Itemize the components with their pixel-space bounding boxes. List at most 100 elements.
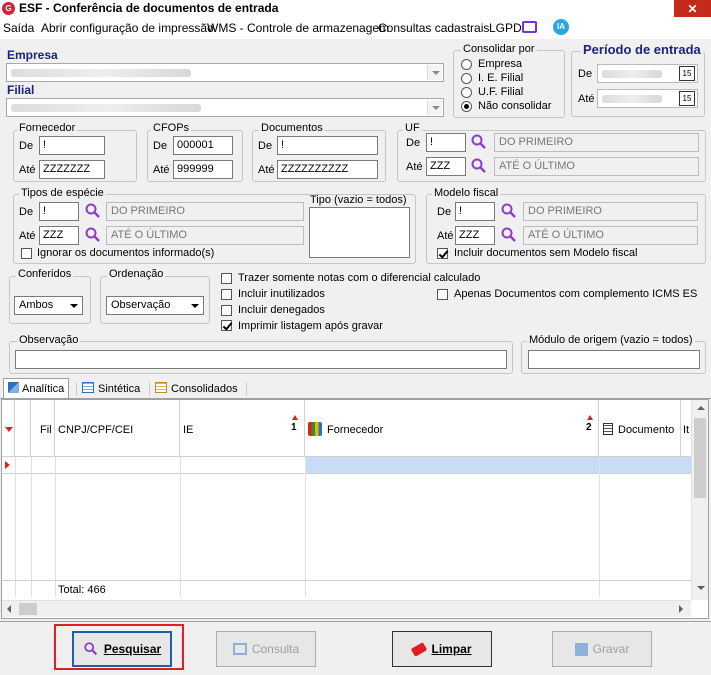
gravar-button[interactable]: Gravar [552,631,652,667]
uf-ate-label: Até [406,161,423,173]
scroll-thumb[interactable] [694,418,706,498]
modelo-de-input[interactable]: ! [455,202,495,221]
modelo-ate-input[interactable]: ZZZ [455,226,495,245]
cfops-de-input[interactable]: 000001 [173,136,233,155]
window-title: ESF - Conferência de documentos de entra… [19,1,279,15]
col-ie-label: IE [183,424,194,436]
tab-consolidados[interactable]: Consolidados [151,379,242,398]
tipos-ate-input[interactable]: ZZZ [39,226,79,245]
close-button[interactable]: ✕ [674,0,711,18]
col-ie-sort: 1 [291,422,297,433]
documentos-de-input[interactable]: ! [277,136,378,155]
hscroll-thumb[interactable] [19,603,37,615]
grid-col-it[interactable]: It [681,400,691,457]
radio-nao-consolidar[interactable] [461,101,472,112]
icms-checkbox[interactable] [437,289,448,300]
grid-col-fornecedor[interactable]: Fornecedor 2 [305,400,599,457]
col-line [15,457,16,597]
col-fil-label: Fil [40,424,52,436]
table-row[interactable] [2,457,691,474]
cfops-ate-input[interactable]: 999999 [173,160,233,179]
grid-col-ie[interactable]: IE 1 [180,400,305,457]
consulta-icon [232,643,247,655]
periodo-de-label: De [578,68,593,80]
col-documento-label: Documento [618,424,675,436]
modulo-input[interactable] [528,350,700,369]
uf-ate-input[interactable]: ZZZ [426,157,466,176]
search-tipos-de-icon[interactable] [84,202,102,220]
menu-wms[interactable]: WMS - Controle de armazenagem [207,21,389,35]
denegados-checkbox[interactable] [221,305,232,316]
menu-abrir-configuracao[interactable]: Abrir configuração de impressão [41,21,214,35]
cfops-de-label: De [153,140,168,152]
radio-empresa[interactable] [461,59,472,70]
search-uf-ate-icon[interactable] [470,157,488,175]
grid-col-blank [15,400,31,457]
fornecedor-ate-input[interactable]: ZZZZZZZ [39,160,105,179]
tipos-de-input[interactable]: ! [39,202,79,221]
ia-icon[interactable]: IA [553,19,569,35]
vertical-scrollbar[interactable] [691,400,708,600]
uf-de-input[interactable]: ! [426,133,466,152]
pesquisar-button[interactable]: Pesquisar [72,631,172,667]
sort-up-icon [587,415,593,420]
document-icon [603,423,613,435]
inutilizados-label: Incluir inutilizados [238,288,325,300]
trazer-checkbox[interactable] [221,273,232,284]
col-fornecedor-label: Fornecedor [327,424,384,436]
grid-col-fil[interactable]: Fil [31,400,55,457]
consolidated-doc-icon [155,382,167,393]
imprimir-checkbox[interactable] [221,320,232,331]
conferidos-select[interactable]: Ambos [14,296,83,315]
menu-lgpd[interactable]: LGPD [489,21,522,35]
periodo-title: Período de entrada [581,42,703,57]
tab-separator [246,382,247,396]
observacao-input[interactable] [15,350,507,369]
calendar-de-icon[interactable]: 15 [679,66,695,81]
ordenacao-select[interactable]: Observação [106,296,204,315]
tab-analitica[interactable]: Analítica [3,378,70,398]
results-grid[interactable]: Fil CNPJ/CPF/CEI IE 1 Fornecedor 2 Docum… [1,399,709,619]
search-tipos-ate-icon[interactable] [84,226,102,244]
bottom-divider [0,621,711,622]
fornecedor-title: Fornecedor [17,122,78,134]
ordenacao-value: Observação [111,299,171,311]
tab-sintetica[interactable]: Sintética [78,379,144,398]
scroll-up-icon[interactable] [697,406,705,410]
scroll-left-icon[interactable] [7,605,11,613]
horizontal-scrollbar[interactable] [2,600,691,617]
inutilizados-checkbox[interactable] [221,289,232,300]
ordenacao-title: Ordenação [107,268,166,280]
scroll-right-icon[interactable] [679,605,683,613]
fornecedor-de-input[interactable]: ! [39,136,105,155]
uf-ate-desc: ATÉ O ÚLTIMO [494,157,699,176]
tipos-especie-title: Tipos de espécie [19,187,106,199]
radio-ie-filial-label: I. E. Filial [478,72,524,84]
search-modelo-ate-icon[interactable] [500,226,518,244]
incluir-sem-modelo-checkbox[interactable] [437,248,448,259]
scroll-down-icon[interactable] [697,586,705,590]
radio-ie-filial[interactable] [461,73,472,84]
menu-saida[interactable]: Saída [3,21,34,35]
search-uf-de-icon[interactable] [470,133,488,151]
tipos-ate-desc: ATÉ O ÚLTIMO [106,226,304,245]
modelo-fiscal-title: Modelo fiscal [432,187,501,199]
incluir-sem-modelo-label: Incluir documentos sem Modelo fiscal [454,247,638,259]
search-modelo-de-icon[interactable] [500,202,518,220]
ignorar-checkbox[interactable] [21,248,32,259]
radio-uf-filial[interactable] [461,87,472,98]
filial-combo[interactable] [6,98,444,117]
grid-col-cnpj[interactable]: CNPJ/CPF/CEI [55,400,180,457]
grid-col-documento[interactable]: Documento [599,400,681,457]
empresa-combo[interactable] [6,63,444,82]
monitor-icon[interactable] [522,21,537,33]
menu-consultas-cadastrais[interactable]: Consultas cadastrais [378,21,489,35]
eraser-icon [411,641,428,657]
consulta-button[interactable]: Consulta [216,631,316,667]
documentos-ate-input[interactable]: ZZZZZZZZZZ [277,160,378,179]
documentos-ate-label: Até [258,164,275,176]
calendar-ate-icon[interactable]: 15 [679,91,695,106]
tipo-list[interactable] [309,207,410,258]
limpar-button[interactable]: Limpar [392,631,492,667]
search-icon [84,642,97,656]
